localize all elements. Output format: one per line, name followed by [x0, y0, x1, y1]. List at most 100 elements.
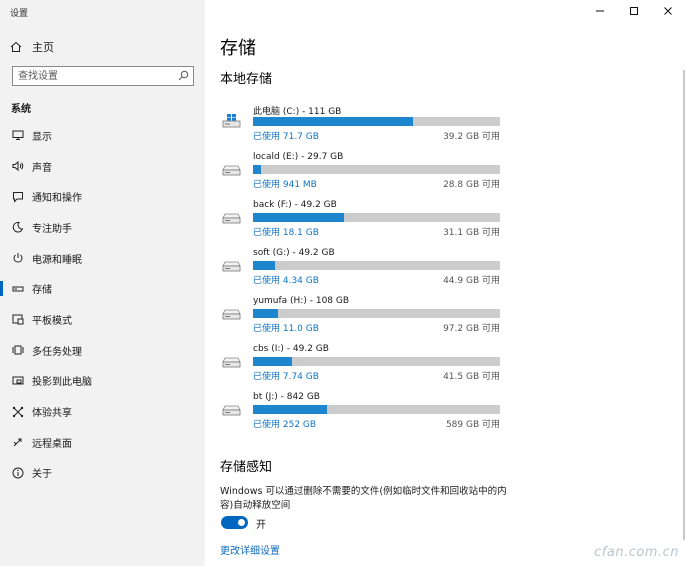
sidebar-item-project[interactable]: 投影到此电脑: [0, 366, 205, 397]
sidebar-item-storage[interactable]: 存储: [0, 273, 205, 304]
drive-usage-fill: [253, 357, 292, 366]
main-content: 存储 本地存储 此电脑 (C:) - 111 GB 已使用 71.7 GB 39.2…: [205, 0, 685, 566]
drive-usage-fill: [253, 213, 344, 222]
drive-used-text: 已使用 18.1 GB: [253, 228, 319, 238]
sidebar-item-label: 远程桌面: [32, 438, 72, 450]
project-icon: [11, 374, 25, 388]
drive-icon: [222, 402, 242, 421]
drive-usage-fill: [253, 405, 327, 414]
storage-sense-toggle[interactable]: [221, 516, 248, 529]
drive-row[interactable]: 此电脑 (C:) - 111 GB 已使用 71.7 GB 39.2 GB 可用: [222, 104, 502, 144]
sidebar-item-label: 专注助手: [32, 223, 72, 235]
sidebar-item-shared-experiences[interactable]: 体验共享: [0, 396, 205, 427]
drive-free-text: 31.1 GB 可用: [443, 228, 500, 238]
storage-sense-title: 存储感知: [220, 460, 273, 475]
sidebar-item-label: 多任务处理: [32, 346, 82, 358]
change-settings-link[interactable]: 更改详细设置: [220, 542, 280, 557]
toggle-knob: [238, 519, 245, 526]
sidebar-item-display[interactable]: 显示: [0, 120, 205, 151]
drive-free-text: 97.2 GB 可用: [443, 324, 500, 334]
sidebar-item-label: 存储: [32, 285, 52, 297]
local-storage-title: 本地存储: [220, 72, 273, 87]
drive-row[interactable]: back (F:) - 49.2 GB 已使用 18.1 GB 31.1 GB 可用: [222, 200, 502, 240]
drive-free-text: 28.8 GB 可用: [443, 180, 500, 190]
drive-name: cbs (I:) - 49.2 GB: [253, 344, 329, 354]
remote-icon: [11, 435, 25, 449]
drive-used-text: 已使用 71.7 GB: [253, 132, 319, 142]
storage-icon: [11, 282, 25, 296]
drive-usage-bar: [253, 261, 500, 270]
watermark: cfan.com.cn: [594, 545, 679, 560]
drive-usage-fill: [253, 165, 261, 174]
notification-icon: [11, 190, 25, 204]
drive-name: soft (G:) - 49.2 GB: [253, 248, 335, 258]
drive-used-text: 已使用 252 GB: [253, 420, 317, 430]
drive-usage-fill: [253, 117, 413, 126]
moon-icon: [11, 220, 25, 234]
sidebar: 设置 主页 系统 显示 声音 通知和操作 专注助手 电源和睡眠: [0, 0, 205, 566]
drive-used-text: 已使用 11.0 GB: [253, 324, 319, 334]
multitask-icon: [11, 343, 25, 357]
drive-icon: [222, 354, 242, 373]
sidebar-item-label: 平板模式: [32, 315, 72, 327]
tablet-icon: [11, 312, 25, 326]
windows-drive-icon: [222, 114, 242, 133]
drive-row[interactable]: yumufa (H:) - 108 GB 已使用 11.0 GB 97.2 GB 可…: [222, 296, 502, 336]
drive-free-text: 589 GB 可用: [445, 420, 500, 430]
sidebar-item-multitasking[interactable]: 多任务处理: [0, 335, 205, 366]
drive-icon: [222, 210, 242, 229]
drive-usage-bar: [253, 213, 500, 222]
drive-used-text: 已使用 7.74 GB: [253, 372, 319, 382]
home-nav-item[interactable]: 主页: [10, 39, 54, 55]
home-label: 主页: [32, 41, 54, 54]
sidebar-item-label: 通知和操作: [32, 193, 82, 205]
sidebar-item-label: 体验共享: [32, 408, 72, 420]
drive-usage-fill: [253, 261, 275, 270]
search-input[interactable]: [13, 67, 173, 85]
sidebar-item-remote-desktop[interactable]: 远程桌面: [0, 427, 205, 458]
drive-row[interactable]: locald (E:) - 29.7 GB 已使用 941 MB 28.8 GB 可…: [222, 152, 502, 192]
drive-used-text: 已使用 941 MB: [253, 180, 317, 190]
drive-name: 此电脑 (C:) - 111 GB: [253, 107, 342, 117]
drive-name: locald (E:) - 29.7 GB: [253, 152, 344, 162]
home-icon: [10, 41, 22, 52]
storage-sense-toggle-label: 开: [256, 520, 266, 531]
drive-name: back (F:) - 49.2 GB: [253, 200, 337, 210]
sidebar-item-label: 投影到此电脑: [32, 377, 92, 389]
sidebar-item-tablet-mode[interactable]: 平板模式: [0, 304, 205, 335]
drive-usage-bar: [253, 309, 500, 318]
drive-name: bt (J:) - 842 GB: [253, 392, 320, 402]
drive-row[interactable]: bt (J:) - 842 GB 已使用 252 GB 589 GB 可用: [222, 392, 502, 432]
sidebar-item-label: 关于: [32, 469, 52, 481]
window-title: 设置: [10, 9, 29, 19]
sidebar-item-about[interactable]: 关于: [0, 458, 205, 489]
drive-free-text: 39.2 GB 可用: [443, 132, 500, 142]
sidebar-item-sound[interactable]: 声音: [0, 151, 205, 182]
sidebar-item-notifications[interactable]: 通知和操作: [0, 181, 205, 212]
drive-row[interactable]: cbs (I:) - 49.2 GB 已使用 7.74 GB 41.5 GB 可用: [222, 344, 502, 384]
drive-usage-bar: [253, 117, 500, 126]
sidebar-item-power-sleep[interactable]: 电源和睡眠: [0, 243, 205, 274]
drive-icon: [222, 162, 242, 181]
drive-name: yumufa (H:) - 108 GB: [253, 296, 350, 306]
drive-row[interactable]: soft (G:) - 49.2 GB 已使用 4.34 GB 44.9 GB 可用: [222, 248, 502, 288]
drive-free-text: 41.5 GB 可用: [443, 372, 500, 382]
drive-usage-fill: [253, 309, 279, 318]
page-title: 存储: [220, 38, 256, 59]
monitor-icon: [11, 128, 25, 142]
drive-usage-bar: [253, 165, 500, 174]
section-title-system: 系统: [11, 104, 31, 115]
drive-usage-bar: [253, 357, 500, 366]
drive-icon: [222, 306, 242, 325]
search-icon[interactable]: [178, 70, 189, 81]
drive-free-text: 44.9 GB 可用: [443, 276, 500, 286]
storage-sense-description: Windows 可以通过删除不需要的文件(例如临时文件和回收站中的内容)自动释放…: [220, 486, 507, 511]
drive-used-text: 已使用 4.34 GB: [253, 276, 319, 286]
sidebar-item-label: 显示: [32, 131, 52, 143]
drive-usage-bar: [253, 405, 500, 414]
sidebar-item-focus-assist[interactable]: 专注助手: [0, 212, 205, 243]
search-box[interactable]: [12, 66, 194, 86]
sidebar-item-label: 电源和睡眠: [32, 254, 82, 266]
share-icon: [11, 405, 25, 419]
speaker-icon: [11, 159, 25, 173]
